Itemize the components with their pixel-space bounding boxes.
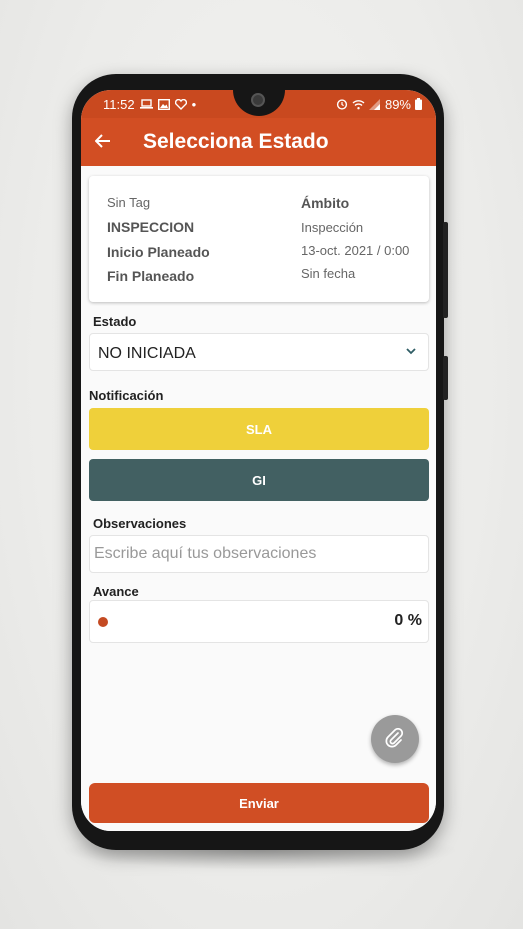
- avance-label: Avance: [93, 584, 139, 599]
- tag-text: Sin Tag: [107, 195, 151, 210]
- front-camera: [251, 93, 265, 107]
- enviar-button[interactable]: Enviar: [89, 783, 429, 823]
- alarm-icon: [336, 99, 348, 110]
- avance-value: 0 %: [394, 612, 422, 629]
- estado-value: NO INICIADA: [98, 345, 196, 362]
- phone-screen: 11:52 • 89% Selecciona Estado Sin Tag Ám…: [81, 90, 436, 831]
- inicio-value: 13-oct. 2021 / 0:00: [301, 243, 410, 258]
- image-icon: [157, 98, 170, 110]
- attach-button[interactable]: [371, 715, 419, 763]
- wifi-icon: [352, 99, 365, 109]
- page-title: Selecciona Estado: [143, 130, 329, 153]
- form-content: Sin Tag Ámbito INSPECCION Inspección Ini…: [81, 166, 436, 831]
- task-summary-card: Sin Tag Ámbito INSPECCION Inspección Ini…: [89, 176, 429, 302]
- type-label: INSPECCION: [107, 219, 195, 235]
- type-value: Inspección: [301, 220, 364, 235]
- observaciones-label: Observaciones: [93, 516, 187, 531]
- sla-button[interactable]: SLA: [89, 408, 429, 450]
- avance-slider[interactable]: 0 %: [89, 600, 429, 643]
- observaciones-placeholder: Escribe aquí tus observaciones: [94, 545, 317, 562]
- battery-percent: 89%: [384, 96, 411, 112]
- paperclip-icon: [385, 728, 404, 748]
- fin-label: Fin Planeado: [107, 268, 195, 284]
- arrow-left-icon: [94, 133, 110, 148]
- slider-thumb[interactable]: [98, 617, 108, 627]
- heart-icon: [174, 98, 187, 110]
- chevron-down-icon: [406, 348, 416, 355]
- estado-select[interactable]: NO INICIADA: [89, 333, 429, 371]
- power-button: [443, 356, 448, 400]
- battery-icon: [415, 98, 422, 110]
- fin-value: Sin fecha: [301, 266, 356, 281]
- notificacion-label: Notificación: [89, 388, 164, 403]
- gi-button[interactable]: GI: [89, 459, 429, 501]
- estado-label: Estado: [93, 314, 137, 329]
- status-time: 11:52: [103, 96, 135, 112]
- inicio-label: Inicio Planeado: [107, 244, 210, 260]
- back-button[interactable]: [81, 131, 125, 154]
- volume-button: [443, 222, 448, 318]
- ambito-label: Ámbito: [301, 195, 350, 211]
- signal-icon: [368, 98, 380, 110]
- observaciones-input[interactable]: Escribe aquí tus observaciones: [89, 535, 429, 573]
- app-bar: Selecciona Estado: [81, 118, 436, 166]
- laptop-icon: [139, 99, 153, 109]
- notification-dot: •: [191, 96, 197, 112]
